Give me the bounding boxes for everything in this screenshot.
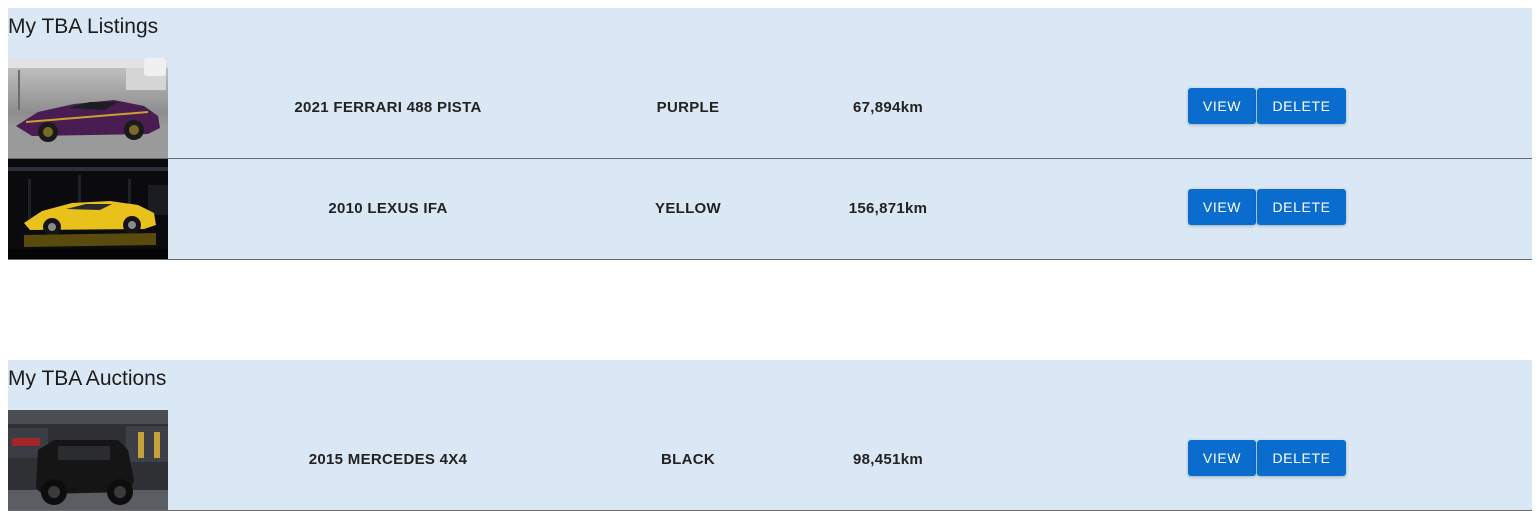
listing-row: 2021 FERRARI 488 PISTA PURPLE 67,894km V… [8, 58, 1532, 159]
car-mileage: 156,871km [848, 200, 928, 217]
car-title: 2021 FERRARI 488 PISTA [294, 99, 482, 116]
mercedes-photo [8, 410, 168, 510]
auctions-section: My TBA Auctions 2015 MERCEDES 4X4 BLACK … [8, 360, 1532, 511]
row-actions: VIEW DELETE [1188, 440, 1346, 476]
listings-heading: My TBA Listings [8, 15, 159, 38]
car-thumbnail[interactable] [8, 58, 168, 158]
view-button[interactable]: VIEW [1188, 88, 1256, 124]
car-title: 2010 LEXUS IFA [328, 200, 448, 217]
delete-button[interactable]: DELETE [1257, 440, 1346, 476]
car-title: 2015 MERCEDES 4X4 [308, 451, 468, 468]
car-thumbnail[interactable] [8, 159, 168, 259]
auction-row: 2015 MERCEDES 4X4 BLACK 98,451km VIEW DE… [8, 410, 1532, 511]
row-actions: VIEW DELETE [1188, 189, 1346, 225]
row-actions: VIEW DELETE [1188, 88, 1346, 124]
car-color: BLACK [661, 451, 715, 468]
car-mileage: 67,894km [853, 99, 923, 116]
ferrari-photo [8, 58, 168, 158]
auctions-heading: My TBA Auctions [8, 367, 167, 390]
car-thumbnail[interactable] [8, 410, 168, 510]
listings-section: My TBA Listings 2021 FERRARI 488 PISTA P… [8, 8, 1532, 260]
car-mileage: 98,451km [853, 451, 923, 468]
delete-button[interactable]: DELETE [1257, 189, 1346, 225]
car-color: PURPLE [656, 99, 720, 116]
view-button[interactable]: VIEW [1188, 440, 1256, 476]
listing-row: 2010 LEXUS IFA YELLOW 156,871km VIEW DEL… [8, 159, 1532, 260]
lexus-photo [8, 159, 168, 259]
delete-button[interactable]: DELETE [1257, 88, 1346, 124]
car-color: YELLOW [655, 200, 721, 217]
view-button[interactable]: VIEW [1188, 189, 1256, 225]
